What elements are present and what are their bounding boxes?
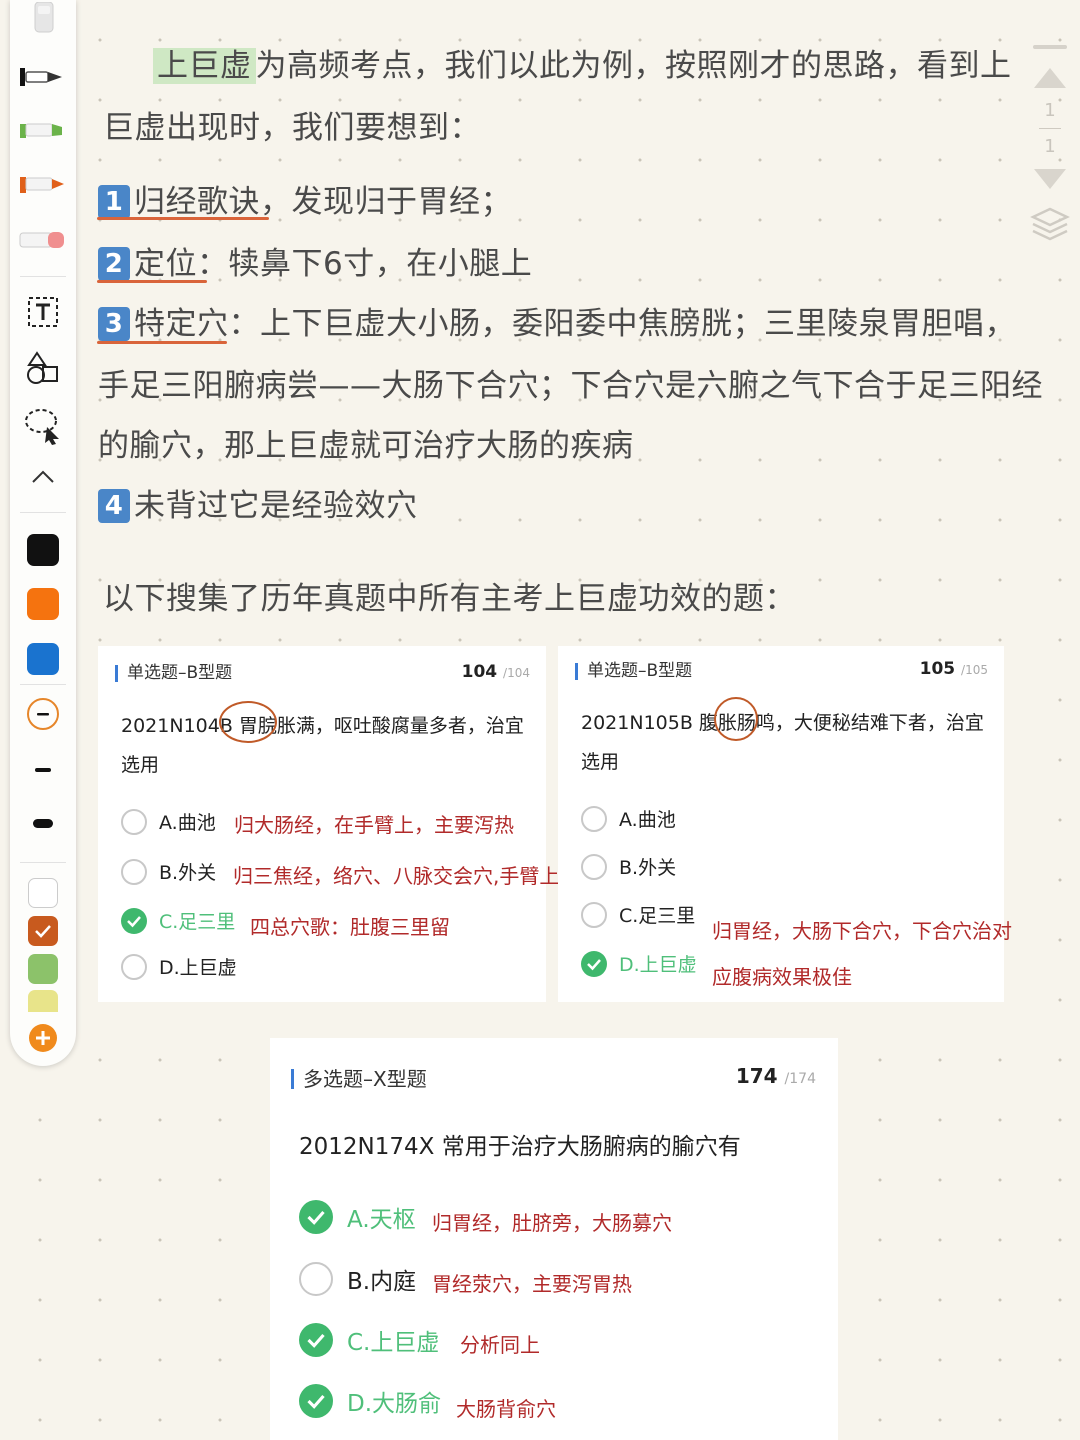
swatch-yellow[interactable] — [10, 990, 76, 1012]
point-3-line-2: 手足三阳腑病尝——大肠下合穴；下合穴是六腑之气下合于足三阳经 — [98, 368, 1043, 404]
question-card-174: 多选题–X型题 174 /174 2012N174X 常用于治疗大肠腑病的腧穴有… — [270, 1038, 838, 1440]
layers-icon[interactable] — [1030, 204, 1070, 244]
radio-icon — [121, 808, 147, 835]
option-c[interactable]: C.足三里 — [121, 907, 235, 934]
underline-1 — [97, 217, 269, 220]
option-a[interactable]: A.天枢 — [299, 1200, 416, 1234]
swatch-green[interactable] — [10, 952, 76, 986]
collapse-chevron-icon[interactable] — [10, 462, 76, 492]
annotation-c: 四总穴歌：肚腹三里留 — [250, 915, 450, 939]
highlighter-green-icon[interactable] — [10, 108, 76, 152]
color-blue[interactable] — [10, 641, 76, 677]
summary-line: 以下搜集了历年真题中所有主考上巨虚功效的题： — [103, 581, 796, 617]
eraser-icon[interactable] — [10, 0, 76, 40]
option-d[interactable]: D.上巨虚 — [581, 950, 697, 977]
handwritten-circle — [714, 697, 758, 741]
annotation-card2-2: 应腹病效果极佳 — [712, 965, 852, 989]
question-text: 2012N174X 常用于治疗大肠腑病的腧穴有 — [299, 1134, 741, 1160]
check-icon — [581, 950, 607, 977]
page-divider — [1030, 126, 1070, 130]
radio-icon — [121, 858, 147, 885]
color-orange[interactable] — [10, 586, 76, 622]
stroke-thick-icon[interactable] — [10, 806, 76, 842]
question-number: 105 /105 — [919, 659, 988, 679]
radio-icon — [581, 853, 607, 880]
question-type: 单选题–B型题 — [575, 663, 692, 680]
option-b[interactable]: B.外关 — [581, 853, 676, 880]
question-text-2: 选用 — [581, 751, 620, 773]
annotation-a: 归大肠经，在手臂上，主要泻热 — [234, 813, 514, 837]
question-number: 104 /104 — [461, 662, 530, 682]
point-2-number: 2 — [98, 247, 130, 281]
intro-line-2: 巨虚出现时，我们要想到： — [103, 110, 481, 146]
annotation-a: 归胃经，肚脐旁，大肠募穴 — [432, 1211, 672, 1235]
total-pages: 1 — [1044, 135, 1056, 157]
question-type: 多选题–X型题 — [291, 1069, 427, 1089]
pen-icon[interactable] — [10, 55, 76, 99]
page-up-icon[interactable] — [1030, 60, 1070, 94]
annotation-d: 大肠背俞穴 — [456, 1397, 556, 1421]
question-number: 174 /174 — [735, 1064, 816, 1088]
point-3-number: 3 — [98, 307, 130, 341]
annotation-c: 分析同上 — [460, 1333, 540, 1357]
option-b[interactable]: B.外关 — [121, 858, 216, 885]
swatch-brown-selected[interactable] — [10, 914, 76, 948]
stroke-medium-icon[interactable] — [10, 752, 76, 788]
check-icon — [299, 1384, 333, 1418]
question-card-104: 单选题–B型题 104 /104 2021N104B 胃脘胀满，呕吐酸腐量多者，… — [98, 646, 559, 1002]
tool-palette — [10, 0, 76, 1066]
underline-3 — [97, 341, 227, 344]
question-type: 单选题–B型题 — [115, 665, 232, 682]
stroke-thin-icon[interactable] — [10, 696, 76, 732]
intro-line-1: 上巨虚 为高频考点，我们以此为例，按照刚才的思路，看到上 — [103, 40, 1012, 85]
marker-orange-icon[interactable] — [10, 162, 76, 206]
radio-icon — [581, 901, 607, 928]
eraser-pink-icon[interactable] — [10, 218, 76, 262]
question-text: 2021N104B 胃脘胀满，呕吐酸腐量多者，治宜 — [121, 715, 524, 737]
option-a[interactable]: A.曲池 — [121, 808, 216, 835]
question-text-2: 选用 — [121, 754, 160, 776]
check-icon — [299, 1323, 333, 1357]
point-2: 2 定位：犊鼻下6寸，在小腿上 — [98, 238, 532, 283]
annotation-b: 归三焦经，络穴、八脉交会穴,手臂上 — [233, 864, 560, 888]
point-3: 3 特定穴：上下巨虚大小肠，委阳委中焦膀胱；三里陵泉胃胆唱， — [98, 298, 1016, 343]
option-c[interactable]: C.上巨虚 — [299, 1323, 439, 1357]
option-c[interactable]: C.足三里 — [581, 901, 695, 928]
page-down-icon[interactable] — [1030, 164, 1070, 196]
underline-2 — [97, 280, 207, 283]
shapes-icon[interactable] — [10, 348, 76, 388]
add-color-icon[interactable] — [10, 1020, 76, 1056]
color-black[interactable] — [10, 532, 76, 568]
radio-icon — [581, 805, 607, 832]
lasso-select-icon[interactable] — [10, 404, 76, 448]
text-tool-icon[interactable] — [10, 292, 76, 332]
radio-icon — [121, 953, 147, 980]
scroll-handle-icon[interactable] — [1030, 40, 1070, 54]
current-page: 1 — [1044, 99, 1056, 121]
check-icon — [121, 907, 147, 934]
point-4: 4 未背过它是经验效穴 — [98, 480, 418, 525]
highlighted-term: 上巨虚 — [153, 48, 256, 84]
point-1-number: 1 — [98, 185, 130, 219]
page-navigator: 1 1 — [1030, 40, 1070, 250]
option-b[interactable]: B.内庭 — [299, 1262, 416, 1296]
option-a[interactable]: A.曲池 — [581, 805, 676, 832]
question-card-105: 单选题–B型题 105 /105 2021N105B 腹胀肠鸣，大便秘结难下者，… — [558, 646, 1004, 1002]
point-3-line-3: 的腧穴，那上巨虚就可治疗大肠的疾病 — [98, 428, 634, 464]
point-4-number: 4 — [98, 489, 130, 523]
annotation-card2-1: 归胃经，大肠下合穴，下合穴治对 — [712, 919, 1012, 943]
check-icon — [299, 1200, 333, 1234]
option-d[interactable]: D.上巨虚 — [121, 953, 237, 980]
radio-icon — [299, 1262, 333, 1296]
annotation-b: 胃经荥穴，主要泻胃热 — [432, 1272, 632, 1296]
swatch-white[interactable] — [10, 876, 76, 910]
point-1: 1 归经歌诀，发现归于胃经； — [98, 176, 512, 221]
handwritten-circle — [219, 701, 277, 743]
option-d[interactable]: D.大肠俞 — [299, 1384, 441, 1418]
question-text: 2021N105B 腹胀肠鸣，大便秘结难下者，治宜 — [581, 712, 984, 734]
